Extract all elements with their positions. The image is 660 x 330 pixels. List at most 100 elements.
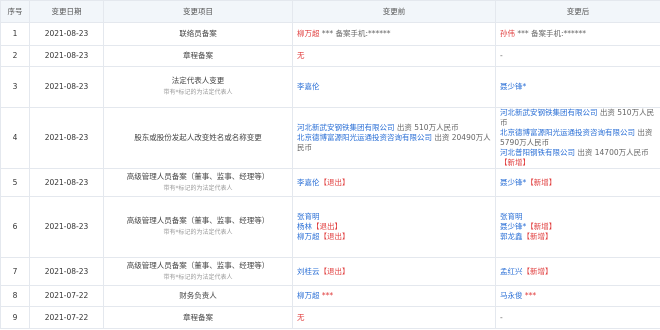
- value-text: 无: [297, 312, 305, 322]
- value-after: 聂少锋*: [495, 66, 660, 108]
- change-item-label: 章程备案: [183, 51, 213, 60]
- entity-link[interactable]: 河北普阳钢铁有限公司: [500, 148, 575, 157]
- value-line: 河北新武安钢铁集团有限公司 出资 510万人民币: [297, 123, 491, 133]
- change-date: 2021-08-23: [29, 45, 104, 67]
- value-line: 河北普阳钢铁有限公司 出资 14700万人民币【新增】: [500, 148, 656, 168]
- value-after: -: [495, 45, 660, 67]
- entity-link[interactable]: 聂少锋*: [500, 222, 526, 231]
- table-row: 8 2021-07-22 财务负责人 柳万超 *** 马永俊 ***: [0, 285, 660, 307]
- entity-link[interactable]: 张育明: [500, 212, 523, 221]
- status-tag: 【新增】: [526, 177, 557, 187]
- value-line: 孙伟 *** 备案手机:******: [500, 29, 656, 39]
- status-tag: 【退出】: [319, 177, 350, 187]
- change-item: 章程备案: [103, 45, 293, 67]
- header-index: 序号: [0, 0, 30, 23]
- value-before: 无: [292, 45, 496, 67]
- entity-link[interactable]: 李嘉伦: [297, 178, 320, 187]
- change-item-label: 财务负责人: [179, 291, 217, 300]
- change-item-label: 章程备案: [183, 312, 213, 322]
- row-index: 5: [0, 168, 30, 197]
- table-row: 4 2021-08-23 股东或股份发起人改变姓名或名称变更 河北新武安钢铁集团有限公…: [0, 107, 660, 169]
- value-text: 孙伟: [500, 29, 515, 38]
- value-text: ***: [319, 291, 334, 300]
- change-record-table: 序号 变更日期 变更项目 变更前 变更后 1 2021-08-23 联络员备案 柳万超…: [0, 0, 660, 329]
- status-tag: 【新增】: [522, 232, 553, 241]
- value-before: 李嘉伦: [292, 66, 496, 108]
- value-line: 郭龙鑫【新增】: [500, 232, 656, 242]
- entity-link[interactable]: 柳万超: [297, 232, 320, 241]
- entity-link[interactable]: 聂少锋*: [500, 82, 526, 91]
- value-before: 刘桂云【退出】: [292, 257, 496, 286]
- change-date: 2021-08-23: [29, 22, 104, 46]
- change-item: 联络员备案: [103, 22, 293, 46]
- value-before: 李嘉伦【退出】: [292, 168, 496, 197]
- change-item: 财务负责人: [103, 285, 293, 307]
- value-text: ***: [522, 291, 537, 300]
- change-item-label: 高级管理人员备案（董事、监事、经理等）: [126, 260, 270, 270]
- value-line: 李嘉伦【退出】: [297, 178, 491, 188]
- change-item-label: 联络员备案: [179, 29, 217, 38]
- value-after: 孙伟 *** 备案手机:******: [495, 22, 660, 46]
- legal-rep-note: 带有*标记的为法定代表人: [163, 229, 233, 236]
- value-line: 聂少锋*【新增】: [500, 222, 656, 232]
- entity-link[interactable]: 北京德博富源阳光运通投资咨询有限公司: [297, 133, 432, 142]
- entity-link[interactable]: 柳万超: [297, 291, 320, 300]
- change-item: 高级管理人员备案（董事、监事、经理等） 带有*标记的为法定代表人: [103, 168, 293, 197]
- status-tag: 【退出】: [319, 232, 350, 241]
- value-after: 聂少锋*【新增】: [495, 168, 660, 197]
- status-tag: 【退出】: [312, 222, 342, 231]
- entity-link[interactable]: 孟红兴: [500, 267, 523, 276]
- value-line: 河北新武安钢铁集团有限公司 出资 510万人民币: [500, 108, 656, 128]
- row-index: 1: [0, 22, 30, 46]
- value-after: 孟红兴【新增】: [495, 257, 660, 286]
- value-text: *** 备案手机:******: [319, 29, 391, 38]
- header-item: 变更项目: [103, 0, 293, 23]
- status-tag: 【退出】: [319, 266, 350, 276]
- value-after: 张育明 聂少锋*【新增】 郭龙鑫【新增】: [495, 196, 660, 258]
- value-before: 河北新武安钢铁集团有限公司 出资 510万人民币 北京德博富源阳光运通投资咨询有限…: [292, 107, 496, 169]
- value-after: 河北新武安钢铁集团有限公司 出资 510万人民币 北京德博富源阳光运通投资咨询有限…: [495, 107, 660, 169]
- value-line: 无: [297, 313, 491, 323]
- entity-link[interactable]: 杨林: [297, 222, 312, 231]
- header-before: 变更前: [292, 0, 496, 23]
- value-line: 北京德博富源阳光运通投资咨询有限公司 出资 20490万人民币: [297, 133, 491, 153]
- entity-link[interactable]: 北京德博富源阳光运通投资咨询有限公司: [500, 128, 635, 137]
- entity-link[interactable]: 刘桂云: [297, 267, 320, 276]
- entity-link[interactable]: 李嘉伦: [297, 82, 320, 91]
- value-line: 杨林【退出】: [297, 222, 491, 232]
- entity-link[interactable]: 郭龙鑫: [500, 232, 523, 241]
- change-date: 2021-08-23: [29, 66, 104, 108]
- value-line: 张育明: [500, 212, 656, 222]
- entity-link[interactable]: 河北新武安钢铁集团有限公司: [297, 123, 395, 132]
- table-row: 5 2021-08-23 高级管理人员备案（董事、监事、经理等） 带有*标记的为法定代…: [0, 168, 660, 197]
- value-line: 聂少锋*: [500, 82, 656, 92]
- entity-link[interactable]: 张育明: [297, 212, 320, 221]
- value-text: -: [500, 312, 503, 322]
- value-line: 柳万超 *** 备案手机:******: [297, 29, 491, 39]
- status-tag: 【新增】: [526, 222, 557, 231]
- row-index: 6: [0, 196, 30, 258]
- legal-rep-note: 带有*标记的为法定代表人: [163, 89, 233, 96]
- value-before: 柳万超 *** 备案手机:******: [292, 22, 496, 46]
- change-date: 2021-07-22: [29, 306, 104, 329]
- legal-rep-note: 带有*标记的为法定代表人: [163, 184, 233, 192]
- value-line: 柳万超 ***: [297, 291, 491, 301]
- entity-link[interactable]: 马永俊: [500, 291, 523, 300]
- legal-rep-note: 带有*标记的为法定代表人: [163, 273, 233, 281]
- value-line: 柳万超【退出】: [297, 232, 491, 242]
- change-date: 2021-08-23: [29, 257, 104, 286]
- value-line: 张育明: [297, 212, 491, 222]
- value-line: 北京德博富源阳光运通投资咨询有限公司 出资 5790万人民币: [500, 128, 656, 148]
- entity-link[interactable]: 聂少锋*: [500, 178, 526, 187]
- table-row: 9 2021-07-22 章程备案 无 -: [0, 306, 660, 329]
- value-line: 刘桂云【退出】: [297, 267, 491, 277]
- change-item: 章程备案: [103, 306, 293, 329]
- entity-link[interactable]: 河北新武安钢铁集团有限公司: [500, 108, 598, 117]
- value-before: 柳万超 ***: [292, 285, 496, 307]
- change-item-label: 法定代表人变更: [171, 76, 225, 85]
- table-row: 2 2021-08-23 章程备案 无 -: [0, 45, 660, 67]
- value-text: -: [500, 51, 503, 60]
- row-index: 3: [0, 66, 30, 108]
- header-after: 变更后: [495, 0, 660, 23]
- value-text: 出资 510万人民币: [394, 123, 459, 132]
